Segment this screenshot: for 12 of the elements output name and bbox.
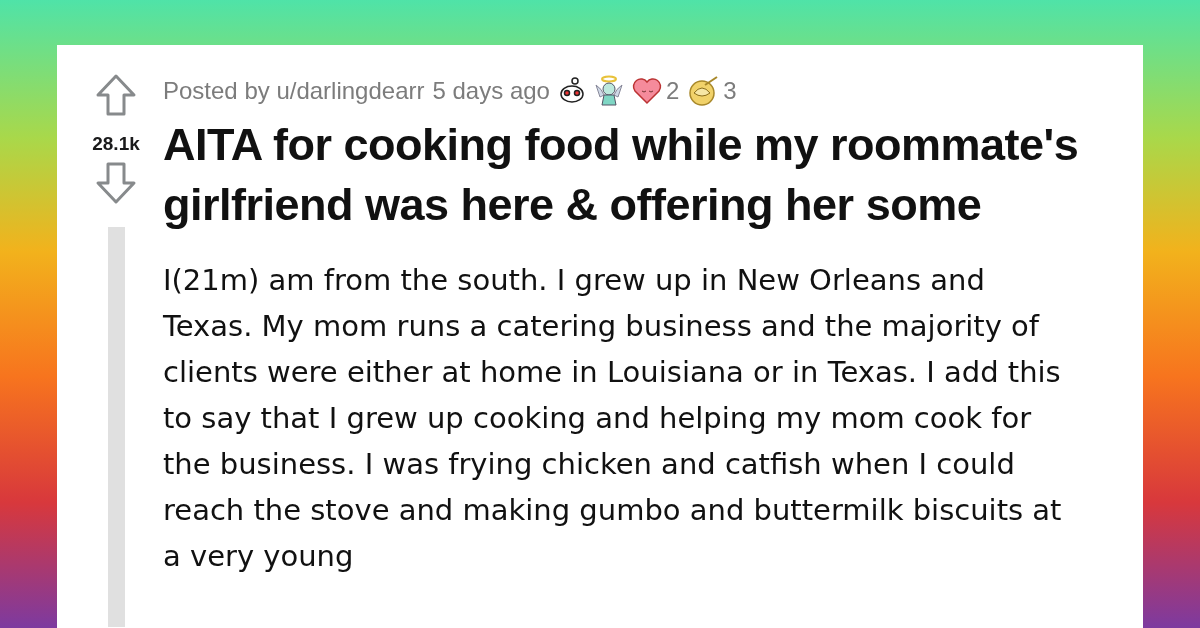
- post-time: 5 days ago: [432, 77, 550, 105]
- award-count: 2: [665, 77, 680, 105]
- robot-award-icon: [557, 76, 586, 106]
- post-title: AITA for cooking food while my roommate's girlfriend was here & offering her some: [163, 118, 1080, 232]
- heart-award-icon: [631, 77, 662, 105]
- post-author: Posted by u/darlingdearr: [163, 77, 425, 105]
- upvote-arrow-icon[interactable]: [95, 73, 137, 117]
- angel-award-icon: [593, 75, 624, 107]
- post-body: I(21m) am from the south. I grew up in New Orleans and Texas. My mom runs a catering business and the majority of clients were either at home in Louisiana or in Texas. I add this to say that I grew up cooking and helping my mom cook for the business. I was frying chicken and catfish when I could reach the stove and making gumbo and buttermilk biscuits at a very young: [163, 262, 1063, 575]
- award-count: 3: [723, 77, 737, 105]
- vote-score: 28.1k: [92, 133, 140, 155]
- downvote-arrow-icon[interactable]: [95, 161, 137, 205]
